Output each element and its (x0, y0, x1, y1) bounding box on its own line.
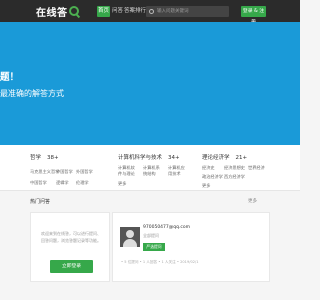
section-more-link[interactable]: 更多 (248, 198, 257, 204)
category-item[interactable]: 经济史 (202, 165, 215, 171)
category-item[interactable]: 世界经济 (248, 165, 265, 171)
category-count: 38+ (47, 155, 59, 161)
category-item[interactable]: 逻辑学 (56, 180, 69, 186)
category-philosophy[interactable]: 哲学 38+ (30, 153, 59, 161)
category-item[interactable]: 计算机软件与理论 (118, 165, 138, 177)
category-title: 计算机科学与技术 (118, 155, 163, 161)
status-badge: 严选提问 (143, 243, 165, 251)
category-item[interactable]: 外国哲学 (76, 169, 93, 175)
user-email[interactable]: 970050477@qq.com (143, 225, 190, 230)
category-count: 21+ (235, 155, 248, 161)
category-item[interactable]: 更多 (118, 181, 126, 187)
category-item[interactable]: 政治经济学 (202, 174, 223, 180)
avatar[interactable] (120, 227, 140, 247)
category-item[interactable]: 经济思想史 (224, 165, 245, 171)
user-head-icon (126, 230, 134, 238)
user-body-icon (123, 239, 137, 247)
category-computer-science[interactable]: 计算机科学与技术 34+ (118, 153, 180, 161)
category-item[interactable]: 更多 (202, 183, 210, 189)
login-card-text: 欢迎来到在线答，可以进行提问、回答问题，浏览答题记录等功能。 (41, 231, 101, 243)
category-item[interactable]: 计算机应用技术 (168, 165, 188, 177)
search-input[interactable]: 输入问题关键词 (146, 6, 229, 17)
category-item[interactable]: 中国哲学 (30, 180, 47, 186)
login-register-button[interactable]: 登录 & 注册 (241, 6, 266, 25)
login-now-button[interactable]: 立即登录 (50, 260, 93, 273)
tab-ranking[interactable]: 答案排行 (124, 6, 146, 17)
logo-text: 在线答 (36, 7, 68, 19)
question-card[interactable]: 970050477@qq.com 全部提问 严选提问 • 5 位提问 • 1 人… (112, 212, 270, 282)
category-item[interactable]: 马克思主义哲学 (30, 169, 59, 175)
question-stats: • 5 位提问 • 1 人回答 • 1 人关注 • 2019/02/1 (121, 260, 199, 264)
magnifier-logo-icon (68, 6, 79, 16)
login-card: 欢迎来到在线答，可以进行提问、回答问题，浏览答题记录等功能。 立即登录 (30, 212, 110, 282)
category-item[interactable]: 伦理学 (76, 180, 89, 186)
category-title: 理论经济学 (202, 155, 230, 161)
category-theoretical-economics[interactable]: 理论经济学 21+ (202, 153, 247, 161)
category-count: 34+ (168, 155, 180, 161)
hero-headline: 题！ (0, 72, 20, 83)
category-item[interactable]: 中国哲学 (56, 169, 73, 175)
top-navbar: 在线答 首页 问答 答案排行 输入问题关键词 登录 & 注册 (0, 0, 300, 25)
search-icon (149, 9, 154, 14)
category-item[interactable]: 西方经济学 (224, 174, 245, 180)
category-panel: 哲学 38+ 马克思主义哲学 中国哲学 外国哲学 中国哲学 逻辑学 伦理学 计算机… (0, 145, 300, 191)
category-item[interactable]: 计算机系统结构 (143, 165, 163, 177)
tab-qa[interactable]: 问答 (111, 6, 124, 17)
search-placeholder: 输入问题关键词 (157, 9, 189, 14)
section-title: 热门问答 (30, 199, 51, 205)
hero-subline: 最准确的解答方式 (0, 89, 64, 98)
hero-banner: 题！ 最准确的解答方式 (0, 22, 300, 145)
user-status: 全部提问 (143, 233, 159, 238)
category-title: 哲学 (30, 155, 42, 161)
site-logo[interactable]: 在线答 (36, 4, 79, 19)
tab-home[interactable]: 首页 (97, 6, 110, 17)
